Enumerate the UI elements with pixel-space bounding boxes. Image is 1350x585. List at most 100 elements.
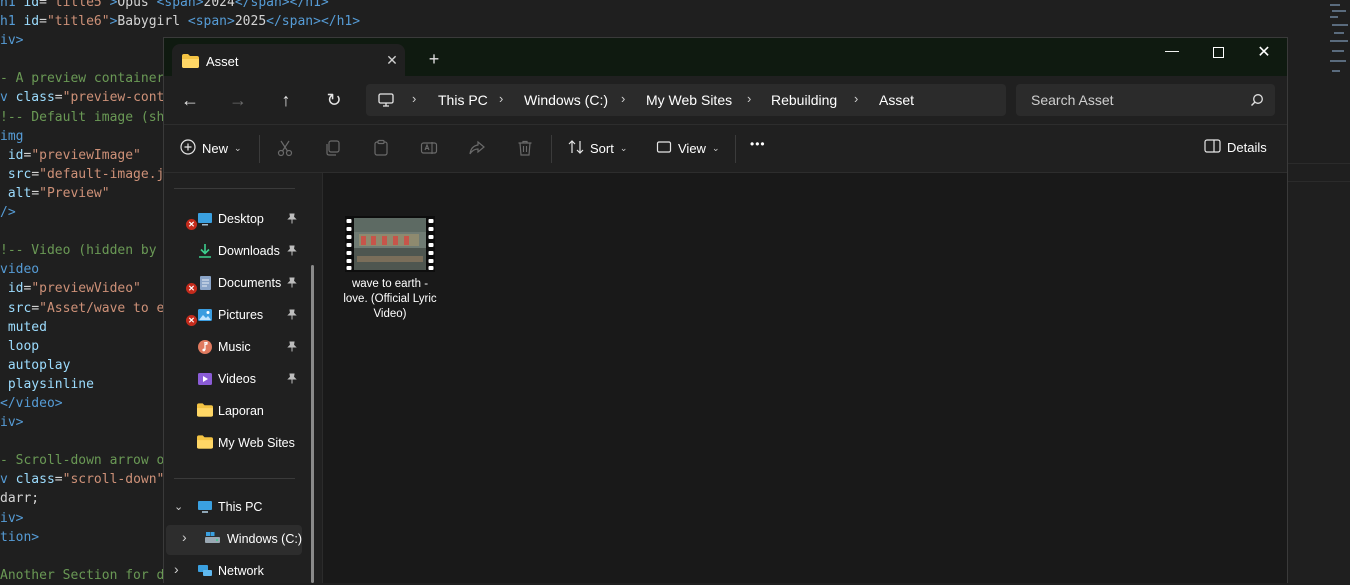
sort-button[interactable]: Sort ⌄ [568, 139, 627, 158]
breadcrumb-this-pc[interactable]: This PC [438, 92, 488, 108]
pin-icon [287, 277, 297, 291]
file-item[interactable]: wave to earth - love. (Official Lyric Vi… [343, 216, 437, 328]
tab-title: Asset [206, 54, 239, 69]
sidebar-item-label: Windows (C:) [227, 532, 303, 546]
breadcrumb-asset[interactable]: Asset [879, 92, 914, 108]
file-explorer-window: Asset ✕ + — ✕ ← → ↑ ↻ › This PC › Window… [163, 37, 1288, 583]
close-window-button[interactable]: ✕ [1241, 42, 1287, 72]
sidebar-item-label: Desktop [218, 212, 264, 226]
nav-divider [174, 188, 295, 189]
breadcrumb[interactable]: › This PC › Windows (C:) › My Web Sites … [366, 84, 1006, 116]
sidebar-item-downloads[interactable]: Downloads [164, 237, 304, 267]
toolbar-separator [551, 135, 552, 163]
view-button[interactable]: View ⌄ [656, 139, 720, 158]
sidebar-item-label: Pictures [218, 308, 264, 322]
close-tab-icon[interactable]: ✕ [384, 52, 400, 68]
sidebar-item-label: Laporan [218, 404, 264, 418]
chevron-down-icon: ⌄ [619, 143, 628, 153]
pin-icon [287, 245, 297, 259]
error-icon: ✕ [186, 219, 197, 230]
sidebar-item-label: My Web Sites [218, 436, 295, 450]
sidebar-item-music[interactable]: Music [164, 333, 304, 363]
tab-asset[interactable]: Asset ✕ [172, 44, 405, 77]
desktop-icon [197, 211, 213, 227]
share-icon[interactable] [468, 139, 486, 157]
cut-icon[interactable] [276, 139, 294, 157]
sort-label: Sort [590, 141, 614, 156]
sidebar-item-laporan[interactable]: Laporan [164, 397, 304, 427]
file-list[interactable]: wave to earth - love. (Official Lyric Vi… [324, 173, 1287, 583]
main-area: ✕ Desktop Downloads ✕ Documents ✕ Pictur… [164, 173, 1287, 583]
chevron-down-icon: ⌄ [234, 143, 242, 153]
code-line[interactable]: h1 id="title6">Babygirl <span>2025</span… [0, 12, 360, 31]
pane-divider[interactable] [322, 173, 323, 583]
pin-icon [287, 309, 297, 323]
videos-icon [197, 371, 213, 387]
sidebar-item-my-web-sites[interactable]: My Web Sites [164, 429, 304, 459]
chevron-down-icon: ⌄ [711, 143, 720, 153]
minimize-button[interactable]: — [1149, 42, 1195, 72]
rename-icon[interactable] [420, 139, 438, 157]
back-button[interactable]: ← [178, 88, 202, 112]
details-pane-icon [1204, 139, 1221, 156]
breadcrumb-separator[interactable]: › [747, 91, 751, 106]
computer-icon [197, 499, 213, 515]
chevron-right-icon[interactable]: › [174, 561, 179, 577]
forward-button[interactable]: → [226, 88, 250, 112]
address-bar-row: ← → ↑ ↻ › This PC › Windows (C:) › My We… [164, 76, 1287, 124]
sidebar-item-label: Music [218, 340, 251, 354]
breadcrumb-separator[interactable]: › [621, 91, 625, 106]
sidebar-item-windows-c[interactable]: › Windows (C:) [166, 525, 302, 555]
breadcrumb-windows-c[interactable]: Windows (C:) [524, 92, 608, 108]
delete-icon[interactable] [516, 139, 534, 157]
editor-minimap[interactable] [1328, 0, 1350, 80]
sidebar-item-videos[interactable]: Videos [164, 365, 304, 395]
view-icon [656, 139, 672, 158]
pin-icon [287, 373, 297, 387]
search-placeholder: Search Asset [1031, 92, 1114, 108]
file-name: wave to earth - love. (Official Lyric Vi… [343, 278, 437, 320]
title-bar: Asset ✕ + — ✕ [164, 38, 1287, 77]
sidebar-item-desktop[interactable]: ✕ Desktop [164, 205, 304, 235]
documents-icon [197, 275, 213, 291]
refresh-button[interactable]: ↻ [322, 88, 346, 112]
sidebar-item-documents[interactable]: ✕ Documents [164, 269, 304, 299]
toolbar-separator [735, 135, 736, 163]
details-button[interactable]: Details [1204, 139, 1267, 156]
search-input[interactable]: Search Asset [1016, 84, 1275, 116]
paste-icon[interactable] [372, 139, 390, 157]
search-icon[interactable] [1250, 93, 1264, 112]
folder-icon [182, 54, 199, 73]
nav-scrollbar[interactable] [311, 265, 314, 583]
breadcrumb-rebuilding[interactable]: Rebuilding [771, 92, 837, 108]
sidebar-item-label: This PC [218, 500, 263, 514]
new-tab-button[interactable]: + [426, 50, 442, 68]
sidebar-item-this-pc[interactable]: ⌄ This PC [164, 493, 304, 523]
breadcrumb-separator[interactable]: › [499, 91, 503, 106]
pictures-icon [197, 307, 213, 323]
sort-icon [568, 139, 584, 158]
folder-icon [197, 435, 213, 451]
up-button[interactable]: ↑ [274, 88, 298, 112]
breadcrumb-separator[interactable]: › [412, 91, 416, 106]
monitor-icon[interactable] [378, 92, 394, 113]
video-thumbnail [345, 216, 435, 272]
maximize-icon [1212, 47, 1224, 58]
more-options-button[interactable]: ••• [750, 137, 766, 151]
chevron-right-icon[interactable]: › [182, 529, 187, 545]
breadcrumb-my-web-sites[interactable]: My Web Sites [646, 92, 732, 108]
command-bar: New ⌄ Sort ⌄ View ⌄ ••• Details [164, 125, 1287, 172]
code-line[interactable]: h1 id="title5">Opus <span>2024</span></h… [0, 0, 360, 12]
chevron-down-icon[interactable]: ⌄ [174, 500, 183, 513]
sidebar-item-network[interactable]: › Network [164, 557, 304, 583]
error-icon: ✕ [186, 283, 197, 294]
breadcrumb-separator[interactable]: › [854, 91, 858, 106]
copy-icon[interactable] [324, 139, 342, 157]
maximize-button[interactable] [1195, 45, 1241, 75]
details-label: Details [1227, 140, 1267, 155]
sidebar-item-label: Downloads [218, 244, 280, 258]
downloads-icon [197, 243, 213, 259]
new-button[interactable]: New ⌄ [180, 139, 242, 158]
navigation-pane[interactable]: ✕ Desktop Downloads ✕ Documents ✕ Pictur… [164, 173, 322, 583]
sidebar-item-pictures[interactable]: ✕ Pictures [164, 301, 304, 331]
